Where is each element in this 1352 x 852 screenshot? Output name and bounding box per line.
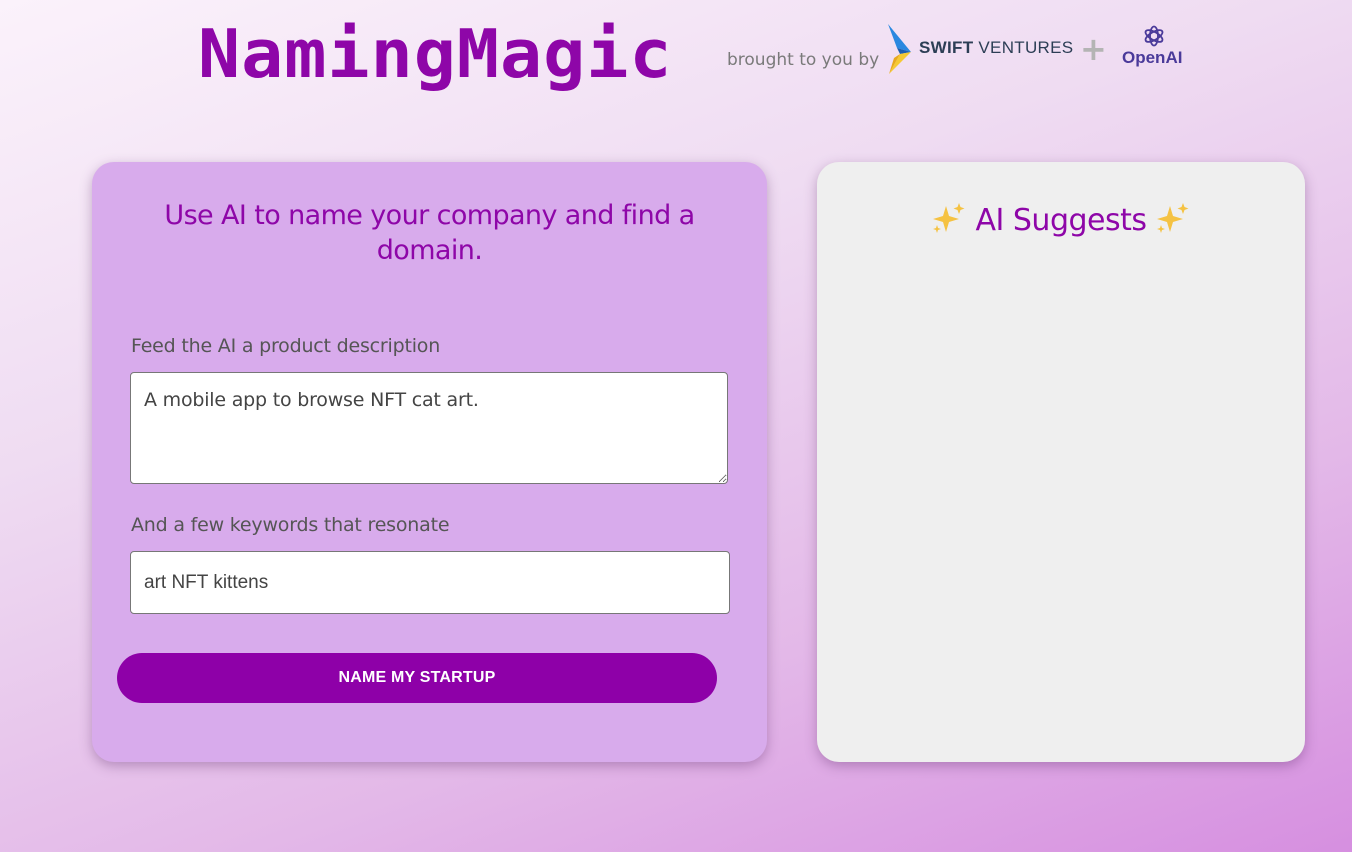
openai-wordmark: OpenAI	[1122, 48, 1183, 67]
swift-ventures-logo[interactable]: SWIFT VENTURES	[887, 24, 1073, 76]
description-label: Feed the AI a product description	[131, 335, 441, 357]
header: NamingMagic brought to you by SWIFT VENT…	[0, 0, 1352, 120]
keywords-input[interactable]	[130, 551, 730, 614]
openai-logo[interactable]: OpenAI	[1119, 24, 1189, 74]
plus-sign: +	[1080, 30, 1107, 68]
results-heading-text: AI Suggests	[975, 203, 1147, 238]
keywords-label: And a few keywords that resonate	[131, 514, 450, 536]
swift-ventures-wordmark: SWIFT VENTURES	[919, 38, 1074, 57]
openai-icon	[1144, 25, 1164, 47]
results-heading: AI Suggests	[817, 202, 1305, 238]
brought-by-text: brought to you by	[727, 50, 880, 70]
sparkle-icon	[1156, 203, 1189, 233]
name-my-startup-button[interactable]: NAME MY STARTUP	[117, 653, 717, 703]
ai-suggestions-card: AI Suggests	[817, 162, 1305, 762]
description-textarea[interactable]: A mobile app to browse NFT cat art.	[130, 372, 728, 484]
form-heading: Use AI to name your company and find a d…	[164, 200, 695, 266]
naming-form-card: Use AI to name your company and find a d…	[92, 162, 767, 762]
swift-ventures-icon	[888, 24, 911, 74]
sparkle-icon	[933, 203, 965, 233]
site-title[interactable]: NamingMagic	[198, 16, 673, 93]
